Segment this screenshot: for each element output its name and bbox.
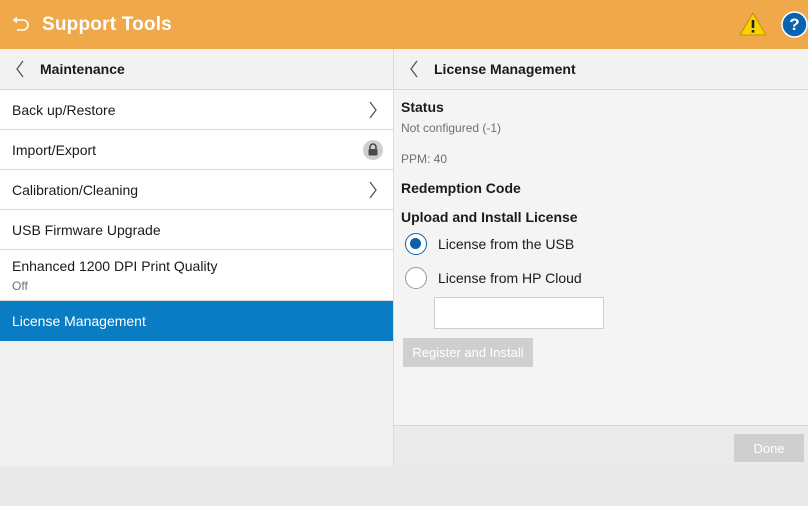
- radio-button-checked[interactable]: [405, 233, 427, 255]
- option-label: License from HP Cloud: [438, 270, 582, 286]
- menu-item-license-management[interactable]: License Management: [0, 301, 393, 341]
- warning-icon[interactable]: [739, 11, 767, 37]
- status-label: Status: [401, 99, 444, 115]
- menu-item-value: Off: [12, 278, 28, 293]
- right-back-icon[interactable]: [394, 49, 434, 90]
- chevron-right-icon: [369, 181, 377, 199]
- back-arrow-icon[interactable]: [0, 0, 40, 49]
- register-install-button[interactable]: Register and Install: [403, 338, 533, 367]
- upload-install-label: Upload and Install License: [401, 209, 578, 225]
- menu-item-usb-firmware-upgrade[interactable]: USB Firmware Upgrade: [0, 210, 393, 250]
- title-bar: Support Tools ?: [0, 0, 808, 49]
- option-license-hp-cloud[interactable]: License from HP Cloud: [405, 261, 808, 295]
- left-back-icon[interactable]: [0, 49, 40, 90]
- menu-item-label: License Management: [12, 313, 146, 329]
- menu-item-label: Calibration/Cleaning: [12, 181, 139, 198]
- ppm-value: PPM: 40: [401, 152, 448, 166]
- left-pane: Maintenance Back up/Restore Import/Expor…: [0, 49, 394, 466]
- svg-text:?: ?: [789, 15, 799, 34]
- radio-button[interactable]: [405, 267, 427, 289]
- right-pane-title: License Management: [434, 61, 576, 77]
- app-title: Support Tools: [42, 13, 172, 35]
- help-icon[interactable]: ?: [781, 11, 808, 38]
- right-pane-header: License Management: [394, 49, 808, 90]
- option-license-usb[interactable]: License from the USB: [405, 227, 808, 261]
- menu-item-import-export[interactable]: Import/Export: [0, 130, 393, 170]
- left-pane-title: Maintenance: [40, 61, 125, 77]
- menu-item-label: Import/Export: [12, 141, 97, 158]
- menu-item-label: USB Firmware Upgrade: [12, 221, 161, 238]
- done-button[interactable]: Done: [734, 434, 804, 462]
- menu-item-label: Enhanced 1200 DPI Print Quality: [12, 257, 218, 274]
- right-pane-footer: Done: [394, 425, 808, 466]
- lock-icon: [363, 140, 383, 160]
- cloud-license-input[interactable]: [434, 297, 604, 329]
- left-pane-header: Maintenance: [0, 49, 393, 90]
- menu-item-enhanced-dpi[interactable]: Enhanced 1200 DPI Print Quality Off: [0, 250, 393, 301]
- chevron-right-icon: [369, 101, 377, 119]
- right-pane: License Management Status Not configured…: [394, 49, 808, 466]
- option-label: License from the USB: [438, 236, 575, 252]
- bottom-bar: [0, 466, 808, 506]
- menu-item-calibration-cleaning[interactable]: Calibration/Cleaning: [0, 170, 393, 210]
- status-value: Not configured (-1): [401, 121, 502, 135]
- redemption-code-label: Redemption Code: [401, 180, 521, 196]
- license-content: Status Not configured (-1) PPM: 40 Redem…: [394, 90, 808, 367]
- menu-item-backup-restore[interactable]: Back up/Restore: [0, 90, 393, 130]
- menu-item-label: Back up/Restore: [12, 101, 116, 118]
